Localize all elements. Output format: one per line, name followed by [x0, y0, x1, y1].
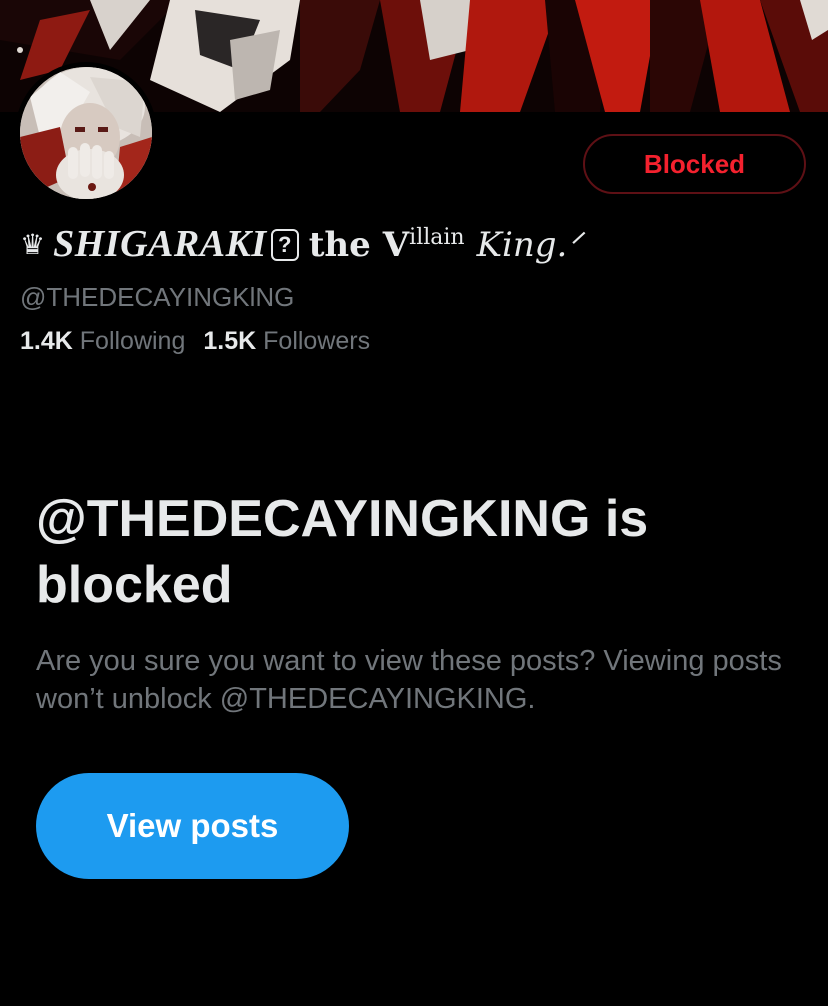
display-name-villain-rest: illain [409, 225, 465, 250]
unsupported-emoji-icon: ? [270, 229, 299, 261]
followers-link[interactable]: 1.5K Followers [203, 327, 370, 355]
followers-label: Followers [263, 327, 371, 355]
avatar-image [20, 67, 152, 199]
profile-stats: 1.4K Following 1.5K Followers [20, 327, 370, 356]
following-label: Following [79, 327, 186, 355]
blocked-description: Are you sure you want to view these post… [36, 645, 782, 715]
blocked-button[interactable]: Blocked [583, 134, 806, 194]
profile-handle: @THEDECAYINGKlNG [20, 282, 295, 312]
following-count: 1.4K [20, 327, 73, 355]
followers-count: 1.5K [203, 327, 257, 355]
following-link[interactable]: 1.4K Following [20, 327, 185, 355]
profile-avatar[interactable] [15, 62, 157, 204]
crown-icon: ♛ [20, 228, 46, 261]
display-name: ♛ SHIGARAKI? the Villain King.ᐟ [20, 222, 582, 278]
display-name-king: King.ᐟ [476, 225, 582, 265]
blocked-headline: @THEDECAYINGKING is blocked [36, 490, 649, 614]
display-name-main: SHIGARAKI [53, 223, 267, 265]
view-posts-button[interactable]: View posts [36, 773, 349, 879]
display-name-villain-initial: V [382, 225, 410, 265]
display-name-the: the [308, 225, 371, 265]
